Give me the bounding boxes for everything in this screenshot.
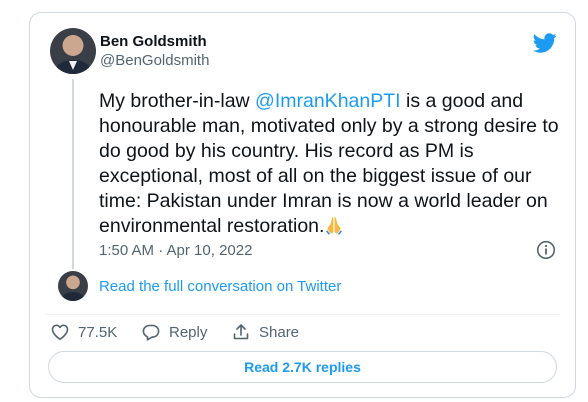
twitter-bird-icon[interactable] — [533, 31, 557, 55]
conversation-avatar[interactable] — [58, 271, 88, 301]
reply-bubble-icon — [142, 324, 160, 341]
tweet-timestamp[interactable]: 1:50 AM · Apr 10, 2022 — [99, 242, 252, 259]
author-handle[interactable]: @BenGoldsmith — [100, 52, 209, 69]
share-label: Share — [259, 323, 300, 341]
tweet-text-before: My brother-in-law — [99, 90, 256, 112]
tweet-text: My brother-in-law @ImranKhanPTI is a goo… — [99, 89, 569, 239]
author-name[interactable]: Ben Goldsmith — [100, 33, 207, 50]
divider — [45, 314, 560, 315]
like-count: 77.5K — [78, 323, 118, 341]
like-button[interactable]: 77.5K — [50, 321, 117, 343]
share-icon — [233, 324, 249, 340]
info-icon[interactable] — [536, 240, 556, 260]
heart-icon — [51, 324, 69, 340]
tweet-card: Ben Goldsmith @BenGoldsmith My brother-i… — [29, 12, 576, 398]
folded-hands-icon — [326, 217, 343, 235]
read-replies-button[interactable]: Read 2.7K replies — [48, 351, 557, 383]
reply-button[interactable]: Reply — [141, 321, 207, 343]
author-avatar[interactable] — [50, 28, 96, 74]
reply-label: Reply — [169, 323, 208, 341]
thread-line — [72, 79, 74, 269]
read-conversation-link[interactable]: Read the full conversation on Twitter — [99, 278, 341, 295]
mention-link[interactable]: @ImranKhanPTI — [255, 90, 401, 112]
share-button[interactable]: Share — [231, 321, 299, 343]
